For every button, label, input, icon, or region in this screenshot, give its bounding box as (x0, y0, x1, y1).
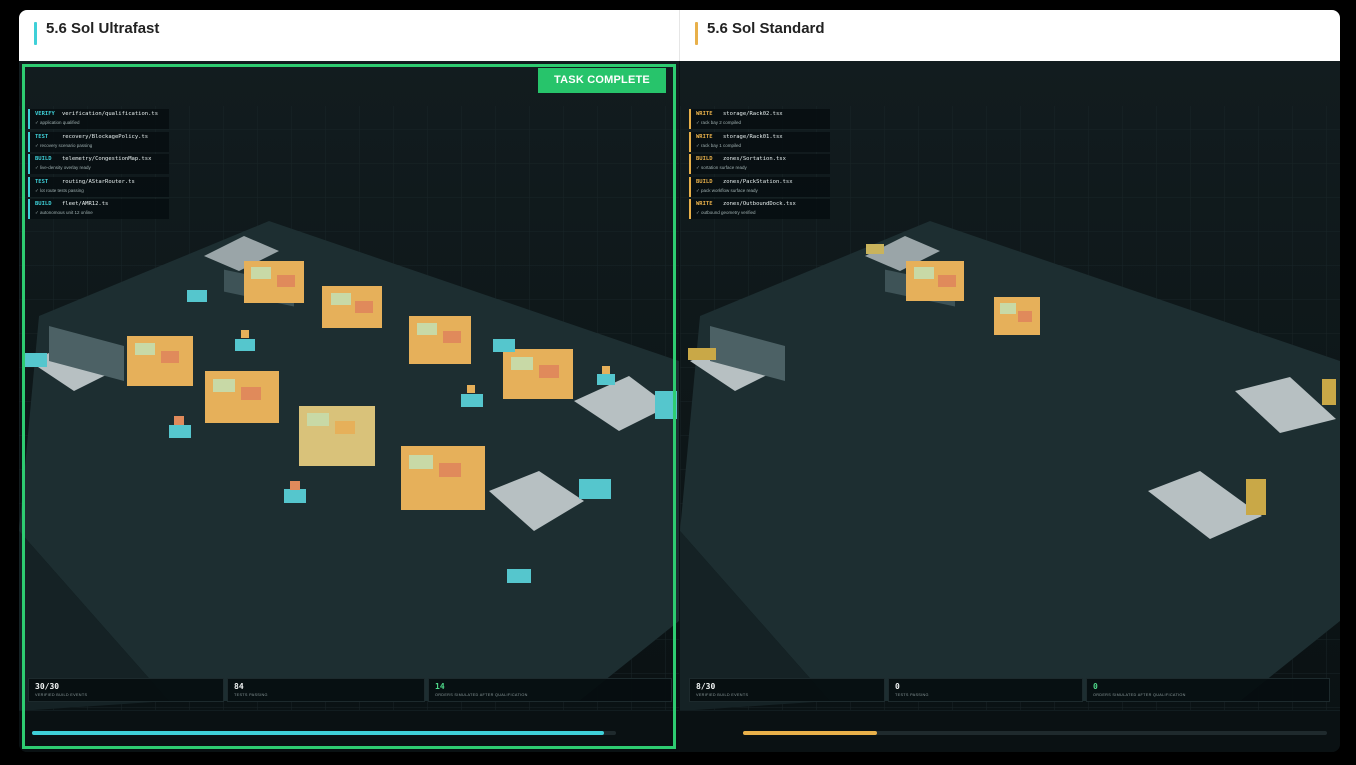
log-file: verification/qualification.ts (62, 111, 159, 117)
log-file: storage/Rack02.tsx (723, 111, 783, 117)
header-bar: 5.6 Sol Ultrafast 5.6 Sol Standard (19, 10, 1340, 61)
storage-rack (205, 371, 279, 423)
log-note: ✓ pack workflow surface ready (696, 187, 758, 193)
log-kind: WRITE (696, 133, 713, 140)
storage-rack (401, 446, 485, 510)
storage-rack (994, 297, 1040, 335)
panel-header-ultrafast: 5.6 Sol Ultrafast (19, 10, 679, 61)
build-log: WRITE storage/Rack02.tsx ✓ rack bay 2 com… (689, 109, 830, 222)
stats-bar: 30/30 VERIFIED BUILD EVENTS 84 TESTS PAS… (28, 678, 672, 702)
log-entry: BUILD zones/Sortation.tsx ✓ sortation sur… (689, 154, 830, 174)
panel-title: 5.6 Sol Ultrafast (46, 20, 160, 37)
stat-label: VERIFIED BUILD EVENTS (696, 693, 749, 697)
log-entry: BUILD telemetry/CongestionMap.tsx ✓ live-… (28, 154, 169, 174)
progress-fill (743, 731, 878, 735)
log-file: telemetry/CongestionMap.tsx (62, 156, 152, 162)
log-note: ✓ rack bay 1 compiled (696, 142, 742, 148)
log-entry: WRITE storage/Rack02.tsx ✓ rack bay 2 com… (689, 109, 830, 129)
log-note: ✓ recovery scenario passing (35, 142, 93, 148)
log-note: ✓ rack bay 2 compiled (696, 120, 742, 125)
progress-area (680, 710, 1340, 752)
stat-label: TESTS PASSING (895, 693, 929, 697)
comparison-view: 5.6 Sol Ultrafast 5.6 Sol Standard VERIF… (19, 10, 1340, 752)
stat-label: VERIFIED BUILD EVENTS (35, 693, 88, 697)
storage-rack (409, 316, 471, 364)
stat-value: 84 (234, 682, 244, 691)
robot (507, 569, 531, 583)
stat-verified-events: 30/30 VERIFIED BUILD EVENTS (28, 678, 224, 702)
progress-track (32, 731, 616, 735)
panel-header-standard: 5.6 Sol Standard (679, 10, 1339, 61)
storage-rack (322, 286, 382, 328)
stat-label: ORDERS SIMULATED AFTER QUALIFICATION (435, 693, 528, 697)
log-kind: TEST (35, 178, 49, 185)
progress-area (19, 710, 679, 752)
stat-verified-events: 8/30 VERIFIED BUILD EVENTS (689, 678, 885, 702)
log-file: zones/PackStation.tsx (723, 178, 793, 185)
log-kind: VERIFY (35, 111, 55, 117)
panel-title: 5.6 Sol Standard (707, 20, 825, 37)
log-file: fleet/AMR12.ts (62, 201, 109, 207)
log-entry: BUILD fleet/AMR12.ts ✓ autonomous unit 12… (28, 199, 169, 219)
stat-tests-passing: 84 TESTS PASSING (227, 678, 425, 702)
storage-rack (299, 406, 375, 466)
log-file: recovery/BlockagePolicy.ts (62, 133, 149, 140)
log-kind: BUILD (35, 201, 52, 207)
log-entry: WRITE storage/Rack01.tsx ✓ rack bay 1 com… (689, 131, 830, 152)
storage-rack (503, 349, 573, 399)
log-file: storage/Rack01.tsx (723, 133, 783, 140)
robot (493, 339, 515, 352)
log-file: zones/Sortation.tsx (723, 156, 786, 162)
stat-value: 30/30 (35, 682, 60, 691)
progress-fill (32, 731, 605, 735)
log-note: ✓ autonomous unit 12 online (35, 210, 93, 215)
log-entry: TEST routing/AStarRouter.ts ✓ lot route t… (28, 176, 169, 197)
stat-label: TESTS PASSING (234, 693, 268, 697)
stat-value: 14 (435, 682, 445, 691)
log-kind: WRITE (696, 111, 713, 117)
log-entry: VERIFY verification/qualification.ts ✓ ap… (28, 109, 169, 129)
robot (187, 290, 207, 302)
log-file: zones/OutboundDock.tsx (723, 201, 796, 207)
log-kind: BUILD (696, 178, 713, 185)
log-note: ✓ live-density overlay ready (35, 165, 91, 170)
log-note: ✓ application qualified (35, 120, 80, 125)
stats-bar: 8/30 VERIFIED BUILD EVENTS 0 TESTS PASSI… (689, 678, 1330, 702)
log-kind: WRITE (696, 201, 713, 207)
stat-value: 0 (1093, 682, 1098, 691)
stat-value: 0 (895, 682, 900, 691)
log-note: ✓ lot route tests passing (35, 187, 84, 193)
stat-label: ORDERS SIMULATED AFTER QUALIFICATION (1093, 693, 1186, 697)
stat-orders-simulated: 0 ORDERS SIMULATED AFTER QUALIFICATION (1086, 678, 1330, 702)
storage-rack (906, 261, 964, 301)
stat-value: 8/30 (696, 682, 716, 691)
log-entry: BUILD zones/PackStation.tsx ✓ pack workfl… (689, 176, 830, 197)
standard-panel: WRITE storage/Rack02.tsx ✓ rack bay 2 com… (680, 61, 1340, 752)
log-file: routing/AStarRouter.ts (62, 178, 135, 185)
log-note: ✓ outbound geometry verified (696, 210, 756, 215)
accent-bar (695, 22, 698, 45)
log-kind: BUILD (696, 156, 713, 162)
ultrafast-panel: VERIFY verification/qualification.ts ✓ ap… (19, 61, 679, 752)
storage-rack (244, 261, 304, 303)
build-log: VERIFY verification/qualification.ts ✓ ap… (28, 109, 169, 222)
stat-orders-simulated: 14 ORDERS SIMULATED AFTER QUALIFICATION (428, 678, 672, 702)
log-entry: WRITE zones/OutboundDock.tsx ✓ outbound g… (689, 199, 830, 219)
progress-track (743, 731, 1327, 735)
log-entry: TEST recovery/BlockagePolicy.ts ✓ recover… (28, 131, 169, 152)
accent-bar (34, 22, 37, 45)
log-note: ✓ sortation surface ready (696, 165, 747, 170)
log-kind: TEST (35, 133, 49, 140)
stat-tests-passing: 0 TESTS PASSING (888, 678, 1083, 702)
log-kind: BUILD (35, 156, 52, 162)
status-badge: TASK COMPLETE (538, 68, 666, 93)
storage-rack (127, 336, 193, 386)
